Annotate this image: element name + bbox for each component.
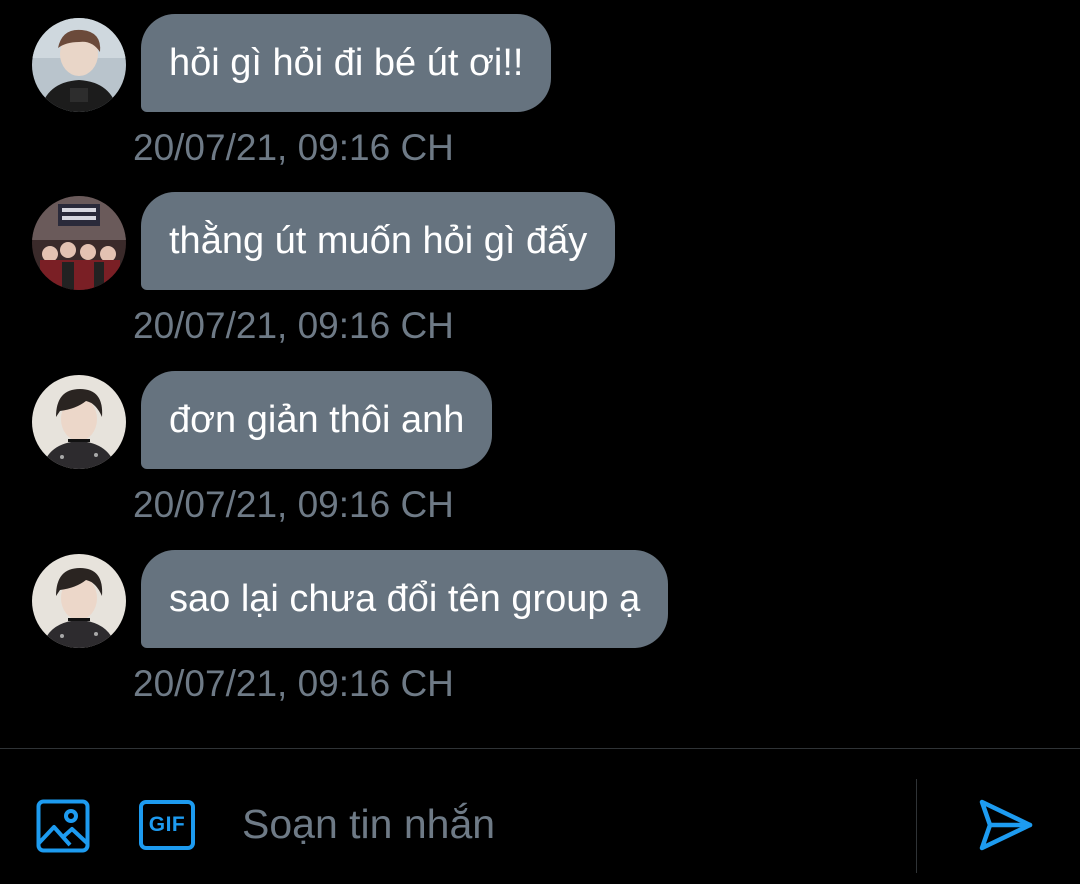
message-item: hỏi gì hỏi đi bé út ơi!! 20/07/21, 09:16…: [0, 0, 1080, 178]
message-item: thằng út muốn hỏi gì đấy 20/07/21, 09:16…: [0, 178, 1080, 356]
message-timestamp: 20/07/21, 09:16 CH: [133, 663, 454, 704]
message-timestamp: 20/07/21, 09:16 CH: [133, 305, 454, 346]
message-item: sao lại chưa đổi tên group ạ 20/07/21, 0…: [0, 536, 1080, 714]
message-input[interactable]: [220, 789, 900, 859]
image-icon[interactable]: [36, 799, 90, 853]
avatar-photo: [32, 554, 126, 648]
message-bubble[interactable]: đơn giản thôi anh: [141, 371, 493, 469]
avatar-photo: [32, 375, 126, 469]
message-item: đơn giản thôi anh 20/07/21, 09:16 CH: [0, 357, 1080, 535]
message-bubble[interactable]: thằng út muốn hỏi gì đấy: [141, 192, 616, 290]
avatar-photo: [32, 196, 126, 290]
message-timestamp: 20/07/21, 09:16 CH: [133, 127, 454, 168]
avatar[interactable]: [32, 554, 126, 648]
message-bubble[interactable]: sao lại chưa đổi tên group ạ: [141, 550, 669, 648]
message-bubble[interactable]: hỏi gì hỏi đi bé út ơi!!: [141, 14, 552, 112]
message-thread: hỏi gì hỏi đi bé út ơi!! 20/07/21, 09:16…: [0, 0, 1080, 748]
avatar[interactable]: [32, 375, 126, 469]
avatar-photo: [32, 18, 126, 112]
send-icon[interactable]: [978, 797, 1034, 853]
image-icon-graphic: [36, 799, 90, 853]
message-timestamp: 20/07/21, 09:16 CH: [133, 484, 454, 525]
avatar[interactable]: [32, 196, 126, 290]
message-composer: GIF: [0, 749, 1080, 884]
composer-separator: [916, 779, 917, 873]
send-icon-graphic: [979, 799, 1033, 851]
gif-button[interactable]: GIF: [139, 800, 195, 850]
avatar[interactable]: [32, 18, 126, 112]
